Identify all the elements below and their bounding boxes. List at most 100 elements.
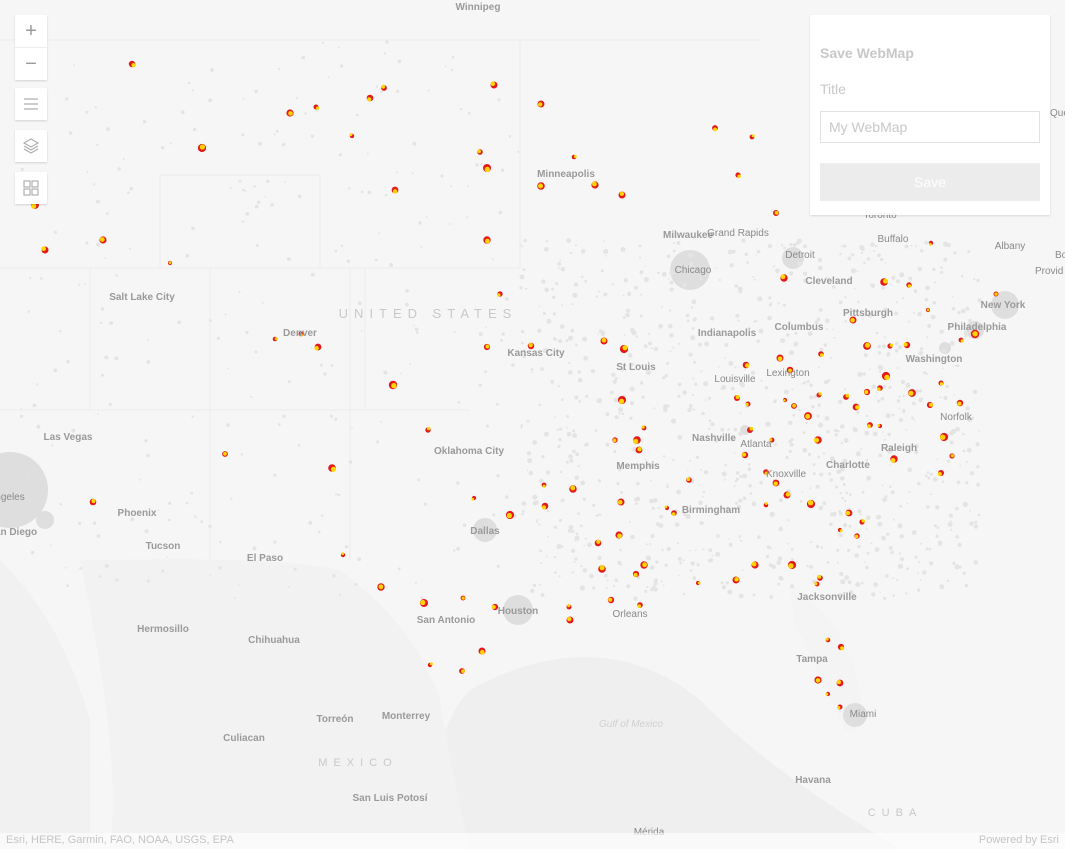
hotspot-marker[interactable] [569,485,577,493]
hotspot-marker[interactable] [804,412,812,420]
legend-list-button[interactable] [15,88,47,120]
hotspot-marker[interactable] [99,236,107,244]
hotspot-marker[interactable] [836,679,844,687]
label-philadelphia: Philadelphia [948,322,1007,333]
hotspot-marker[interactable] [814,676,822,684]
hotspot-marker[interactable] [825,637,831,643]
hotspot-marker[interactable] [938,380,944,386]
hotspot-marker[interactable] [505,510,515,520]
hotspot-marker[interactable] [863,388,871,396]
hotspot-marker[interactable] [478,647,486,655]
hotspot-marker[interactable] [594,539,602,547]
hotspot-marker[interactable] [773,210,779,216]
hotspot-marker[interactable] [772,479,780,487]
hotspot-marker[interactable] [420,599,428,607]
hotspot-marker[interactable] [863,342,871,350]
hotspot-marker[interactable] [751,561,759,569]
hotspot-marker[interactable] [197,143,207,153]
hotspot-marker[interactable] [377,583,385,591]
hotspot-marker[interactable] [783,491,791,499]
powered-by-esri[interactable]: Powered by Esri [979,834,1059,846]
hotspot-marker[interactable] [686,477,692,483]
population-dot [78,521,82,526]
hotspot-marker[interactable] [926,401,934,409]
population-dot [96,413,99,415]
hotspot-marker[interactable] [286,109,294,117]
hotspot-marker[interactable] [483,343,491,351]
hotspot-marker[interactable] [734,395,740,401]
save-button[interactable]: Save [820,163,1040,201]
hotspot-marker[interactable] [618,396,626,404]
population-dot [771,564,776,569]
hotspot-marker[interactable] [600,337,608,345]
hotspot-marker[interactable] [791,403,797,409]
hotspot-marker[interactable] [617,498,625,506]
hotspot-marker[interactable] [845,509,853,517]
hotspot-marker[interactable] [925,307,931,313]
hotspot-marker[interactable] [89,498,97,506]
population-dot [890,490,895,495]
hotspot-marker[interactable] [732,576,740,584]
population-dot [883,336,886,339]
hotspot-marker[interactable] [939,432,949,442]
title-input[interactable] [820,111,1040,143]
hotspot-marker[interactable] [167,260,173,266]
hotspot-marker[interactable] [483,236,491,244]
zoom-out-button[interactable]: − [15,47,47,80]
population-dot [682,592,685,596]
hotspot-glow [845,393,850,398]
hotspot-marker[interactable] [619,344,629,354]
hotspot-marker[interactable] [640,561,648,569]
hotspot-marker[interactable] [591,181,599,189]
hotspot-marker[interactable] [671,510,677,516]
hotspot-marker[interactable] [477,149,483,155]
hotspot-marker[interactable] [787,560,797,570]
population-dot [567,370,573,375]
hotspot-marker[interactable] [612,437,618,443]
population-dot [946,459,950,463]
hotspot-marker[interactable] [459,668,465,674]
hotspot-marker[interactable] [745,401,751,407]
hotspot-marker[interactable] [222,451,228,457]
basemap-gallery-button[interactable] [15,172,47,204]
population-dot [95,199,100,204]
hotspot-marker[interactable] [388,380,398,390]
hotspot-marker[interactable] [780,274,788,282]
population-dot [623,278,628,283]
hotspot-marker[interactable] [635,446,643,454]
population-dot [596,398,602,404]
hotspot-marker[interactable] [566,616,574,624]
hotspot-marker[interactable] [615,531,623,539]
hotspot-marker[interactable] [460,595,466,601]
population-dot [870,542,873,545]
hotspot-marker[interactable] [618,191,626,199]
hotspot-marker[interactable] [537,100,545,108]
population-dot [522,268,526,271]
zoom-in-button[interactable]: + [15,15,47,47]
population-dot [711,554,714,557]
population-dot [865,515,871,521]
hotspot-marker[interactable] [607,596,615,604]
layer-list-button[interactable] [15,130,47,162]
hotspot-marker[interactable] [741,451,749,459]
population-dot [629,520,631,523]
population-dot [545,240,549,243]
hotspot-marker[interactable] [598,565,606,573]
population-dot [347,187,351,190]
hotspot-marker[interactable] [881,371,891,381]
hotspot-marker[interactable] [956,399,964,407]
hotspot-marker[interactable] [949,453,955,459]
hotspot-marker[interactable] [854,533,860,539]
hotspot-marker[interactable] [906,282,912,288]
hotspot-marker[interactable] [537,182,545,190]
hotspot-marker[interactable] [632,570,640,578]
population-dot [572,429,576,433]
hotspot-marker[interactable] [908,389,916,397]
population-dot [857,372,863,377]
hotspot-marker[interactable] [993,291,999,297]
hotspot-marker[interactable] [782,397,788,403]
hotspot-marker[interactable] [776,354,784,362]
hotspot-marker[interactable] [806,499,816,509]
population-dot [614,415,619,420]
hotspot-marker[interactable] [483,164,491,172]
